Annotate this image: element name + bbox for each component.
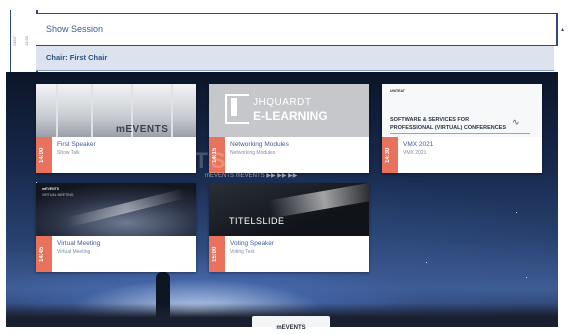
time-badge: 14:00 — [36, 137, 52, 173]
talk-title: Virtual Meeting — [57, 240, 101, 247]
talk-title: VMX 2021 — [403, 141, 434, 148]
time-text: 14:45 — [39, 246, 45, 262]
time-text: 14:00 — [39, 147, 45, 163]
elearning-logo-bar — [231, 98, 237, 116]
talk-thumbnail: TITELSLIDE — [209, 183, 369, 236]
talk-thumbnail: JHQUARDT E-LEARNING — [209, 84, 369, 137]
elearning-logo-icon — [225, 94, 249, 124]
thumb-brand: UNITEAT — [390, 89, 405, 93]
thumb-line1: SOFTWARE & SERVICES FOR — [390, 117, 470, 123]
bottom-tab-label: mEVENTS — [276, 325, 306, 331]
talk-card[interactable]: mEVENTS VIRTUAL MEETING 14:45 Virtual Me… — [36, 183, 196, 272]
wave-icon: ∿ — [512, 117, 520, 127]
talk-subtitle: VMX 2021 — [403, 150, 427, 156]
thumb-brand: mEVENTS — [42, 187, 60, 191]
brand-strip: mEVENTS mEVENTS ▶▶ ▶▶ ▶▶ — [205, 173, 298, 179]
session-bar[interactable]: Show Session — [36, 13, 558, 46]
thumb-line2: E-LEARNING — [253, 109, 328, 123]
talk-thumbnail: mEVENTS VIRTUAL MEETING — [36, 183, 196, 236]
time-badge: 15:00 — [209, 236, 225, 272]
talk-title: Networking Modules — [230, 141, 289, 148]
time-badge: 14:45 — [36, 236, 52, 272]
bottom-tab[interactable]: mEVENTS — [252, 316, 330, 331]
time-text: 15:00 — [212, 246, 218, 262]
time-badge: 14:30 — [382, 137, 398, 173]
talk-title: First Speaker — [57, 141, 96, 148]
thumb-sub: VIRTUAL MEETING — [42, 193, 74, 197]
collapse-icon[interactable]: ▴ — [561, 26, 564, 33]
app-frame: 24/07 13:30 Show Session Chair: First Ch… — [0, 0, 570, 331]
talk-thumbnail: UNITEAT SOFTWARE & SERVICES FOR PROFESSI… — [382, 84, 542, 137]
schedule-header: 24/07 13:30 Show Session Chair: First Ch… — [0, 0, 570, 74]
talk-subtitle: Virtual Meeting — [57, 249, 91, 255]
session-title: Show Session — [46, 24, 104, 34]
talk-card[interactable]: TITELSLIDE 15:00 Voting Speaker Voting T… — [209, 183, 369, 272]
talk-title: Voting Speaker — [230, 240, 275, 247]
chair-bar: Chair: First Chair — [36, 46, 554, 71]
divider — [390, 133, 530, 134]
chair-label: Chair: First Chair — [46, 53, 108, 62]
thumb-line2: PROFESSIONAL (VIRTUAL) CONFERENCES — [390, 125, 507, 131]
talk-subtitle: Voting Test — [230, 249, 255, 255]
talk-thumbnail: mEVENTS — [36, 84, 196, 137]
time-text: 14:30 — [385, 147, 391, 163]
talk-subtitle: Show Talk — [57, 150, 80, 156]
thumb-line1: JHQUARDT — [253, 97, 312, 108]
date-label: 24/07 — [12, 36, 17, 47]
brand-watermark: mEVENTS V — [100, 148, 256, 173]
thumb-title: TITELSLIDE — [229, 216, 285, 226]
thumb-logo: mEVENTS — [116, 124, 169, 135]
light-streak — [268, 183, 369, 219]
talk-card[interactable]: UNITEAT SOFTWARE & SERVICES FOR PROFESSI… — [382, 84, 542, 173]
light-streak — [66, 188, 186, 228]
time-column: 24/07 13:30 — [10, 10, 38, 72]
